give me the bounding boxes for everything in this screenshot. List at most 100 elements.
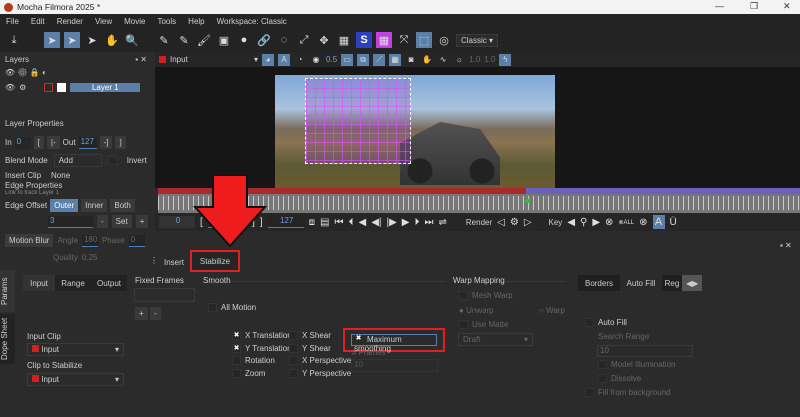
tab-output[interactable]: Output (91, 275, 127, 291)
x-shear-checkbox[interactable]: X Shear (289, 330, 351, 343)
maximum-smoothing-checkbox[interactable]: ✖ Maximum smoothing (351, 334, 437, 353)
input-clip-select[interactable]: Input ▾ (27, 343, 124, 356)
scale-icon[interactable]: ⤢ (296, 32, 312, 48)
step-forward-icon[interactable]: |▶ (387, 217, 397, 228)
zoom-checkbox[interactable]: Zoom (232, 368, 292, 381)
matte-swatch[interactable] (57, 82, 67, 92)
loop-icon[interactable]: ⇌ (439, 217, 447, 228)
both-button[interactable]: Both (110, 199, 135, 212)
autokey-icon[interactable]: A (652, 215, 665, 229)
play-backward-icon[interactable]: ◀ (359, 217, 367, 228)
menu-view[interactable]: View (95, 17, 112, 26)
lock-icon[interactable]: 🔒 (30, 68, 40, 77)
gear-icon[interactable]: ⚙ (19, 83, 26, 92)
monitor-icon[interactable]: ▭ (341, 53, 354, 66)
goto-in-button[interactable]: |- (46, 136, 60, 149)
render-backward-icon[interactable]: ◁ (497, 217, 505, 228)
gear-icon[interactable]: ⚙ (17, 68, 27, 77)
edge-set-button[interactable]: Set (111, 215, 132, 228)
mesh-icon[interactable]: ▦ (336, 32, 352, 48)
reset-range-icon[interactable]: ▤ (320, 217, 329, 228)
overlay-icon[interactable]: ◔ (294, 54, 306, 66)
playhead-icon[interactable]: ◀ (524, 196, 530, 205)
alpha-icon[interactable]: A (278, 53, 291, 66)
unwarp-radio[interactable]: ● Unwarp (459, 306, 494, 315)
render-forward-icon[interactable]: ▷ (524, 217, 532, 228)
remove-fixed-frame-button[interactable]: - (150, 307, 161, 320)
track-icon[interactable]: ✋ (421, 54, 433, 66)
auto-fill-checkbox[interactable]: Auto Fill (585, 318, 627, 328)
inner-button[interactable]: Inner (81, 199, 108, 212)
render-settings-icon[interactable]: ⚙ (510, 217, 519, 228)
color-icon[interactable]: ◐ (42, 68, 47, 77)
close-button[interactable]: ✕ (783, 1, 791, 12)
tab-dope-sheet[interactable]: Dope Sheet (0, 314, 15, 364)
layer-row[interactable]: 👁 ⚙ Layer 1 (0, 80, 153, 94)
frame-icon[interactable]: ⬚ (416, 32, 432, 48)
goto-out-button[interactable]: -] (99, 136, 113, 149)
out-input[interactable]: 127 (78, 136, 97, 149)
model-illumination-checkbox[interactable]: Model Illumination (598, 360, 675, 370)
link-track-select[interactable]: Layer 1 (39, 190, 59, 196)
rotation-checkbox[interactable]: Rotation (232, 355, 292, 368)
menu-help[interactable]: Help (188, 17, 204, 26)
tracking-grid[interactable] (305, 78, 411, 164)
step-back-icon[interactable]: ◀| (371, 217, 381, 228)
all-motion-checkbox[interactable]: All Motion (208, 303, 256, 313)
angle-input[interactable]: 180 (81, 234, 98, 247)
layers-view-icon[interactable]: ⧉ (357, 53, 370, 66)
menu-file[interactable]: File (6, 17, 19, 26)
prev-key-icon[interactable]: ⏴ (349, 217, 354, 228)
delete-key-icon[interactable]: ⊗ (605, 217, 613, 228)
y-translation-checkbox[interactable]: ✖ Y Translation (232, 343, 292, 356)
gain-input[interactable]: 1.0 (469, 55, 480, 64)
prev-keyframe-icon[interactable]: ◀ (567, 217, 575, 228)
select-tool-icon[interactable]: ➤ (44, 32, 60, 48)
phase-input[interactable]: 0 (128, 234, 145, 247)
workspace-select[interactable]: Classic ▾ (456, 33, 499, 47)
matte-icon[interactable]: ◉ (310, 54, 322, 66)
search-range-input[interactable]: 10 (597, 345, 693, 357)
play-icon[interactable]: ▶ (402, 217, 410, 228)
save-icon[interactable]: ⤓ (6, 32, 22, 48)
brush-icon[interactable]: 🖌 (196, 32, 212, 48)
set-in-button[interactable]: [ (33, 136, 44, 149)
flash-icon[interactable]: ϟ (499, 53, 512, 66)
panel-close-icon[interactable]: ▪ ✕ (135, 55, 147, 64)
next-keyframe-icon[interactable]: ▶ (592, 217, 600, 228)
warp-quality-select[interactable]: Draft ▾ (458, 333, 533, 346)
curve-icon[interactable]: ∿ (437, 54, 449, 66)
clip-to-stabilize-select[interactable]: Input ▾ (27, 373, 124, 386)
xspline-icon[interactable]: ✎ (156, 32, 172, 48)
opacity-input[interactable]: 0.5 (326, 55, 337, 64)
tab-insert[interactable]: Insert (160, 253, 189, 271)
menu-edit[interactable]: Edit (31, 17, 45, 26)
use-matte-checkbox[interactable]: Use Matte (459, 320, 508, 330)
blend-mode-select[interactable]: Add (53, 154, 102, 167)
minimize-button[interactable]: — (715, 1, 724, 11)
tab-params[interactable]: Params (0, 270, 15, 312)
set-out-button[interactable]: ] (115, 136, 126, 149)
tab-range[interactable]: Range (55, 275, 91, 291)
tab-auto-fill[interactable]: Auto Fill (620, 275, 662, 291)
layer-color-swatch[interactable] (44, 82, 54, 92)
grid-icon[interactable]: ▦ (376, 32, 392, 48)
select-points-icon[interactable]: ➤ (64, 32, 80, 48)
corner-pin-icon[interactable]: ⤧ (396, 32, 412, 48)
spline-view-icon[interactable]: ⟋ (373, 53, 386, 66)
add-keyframe-icon[interactable]: ⚲ (580, 217, 587, 228)
quality-input[interactable]: 0.25 (82, 253, 98, 262)
edge-minus-button[interactable]: - (97, 215, 108, 228)
motion-blur-button[interactable]: Motion Blur (5, 234, 54, 247)
panel-close-icon[interactable]: ▪ ✕ (780, 241, 792, 250)
insert-clip-select[interactable]: None (51, 171, 70, 180)
menu-movie[interactable]: Movie (124, 17, 145, 26)
add-point-icon[interactable]: ➤ (84, 32, 100, 48)
last-frame-icon[interactable]: ⏭ (425, 217, 434, 228)
fixed-frames-list[interactable] (134, 288, 195, 302)
grid-view-icon[interactable]: ▦ (389, 53, 402, 66)
hand-icon[interactable]: ✋ (104, 32, 120, 48)
link-icon[interactable]: 🔗 (256, 32, 272, 48)
start-frame-input[interactable]: 0 (159, 216, 195, 228)
delete-all-keys-icon[interactable]: ⊗ALL (618, 219, 634, 226)
